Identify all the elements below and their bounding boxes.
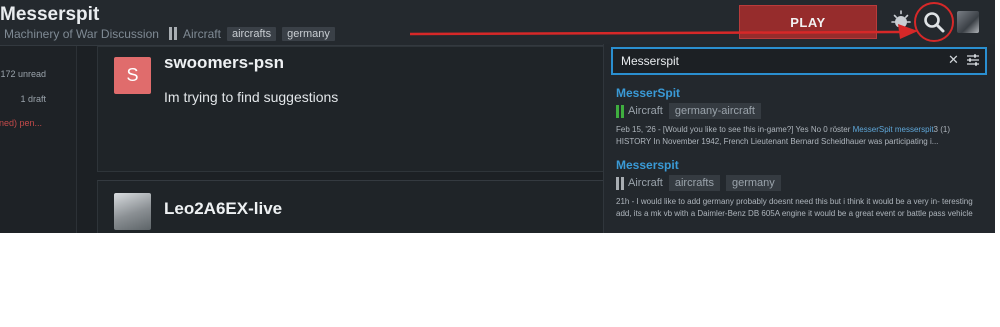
avatar[interactable] bbox=[114, 193, 151, 230]
category-color-icon bbox=[616, 176, 624, 190]
unread-count[interactable]: 172 unread bbox=[0, 69, 46, 79]
search-result[interactable]: MesserSpit Aircraft germany-aircraft Feb… bbox=[616, 86, 984, 148]
result-meta: Aircraft aircrafts germany bbox=[616, 174, 984, 192]
draft-count[interactable]: 1 draft bbox=[20, 94, 46, 104]
annotation-arrow bbox=[409, 24, 918, 39]
annotation-circle bbox=[914, 2, 954, 42]
category-color-icon bbox=[168, 27, 177, 40]
avatar[interactable] bbox=[957, 11, 979, 33]
tag-aircrafts[interactable]: aircrafts bbox=[226, 26, 277, 41]
post: Leo2A6EX-live bbox=[97, 180, 619, 233]
breadcrumb-subcategory[interactable]: Aircraft bbox=[183, 27, 221, 41]
search-menu: ✕ MesserSpit Aircraft bbox=[603, 44, 995, 233]
search-box: ✕ bbox=[611, 47, 987, 75]
result-tag[interactable]: germany bbox=[725, 175, 781, 191]
result-excerpt: 21h - I would like to add germany probab… bbox=[616, 197, 973, 218]
sliders-icon[interactable] bbox=[966, 53, 980, 67]
avatar[interactable]: S bbox=[114, 57, 151, 94]
page-title: Messerspit bbox=[0, 4, 100, 25]
breadcrumb: Machinery of War Discussion Aircraft air… bbox=[4, 26, 335, 41]
excerpt-highlight: MesserSpit messerspit bbox=[852, 125, 934, 134]
result-category[interactable]: Aircraft bbox=[628, 177, 663, 189]
close-icon[interactable]: ✕ bbox=[948, 52, 959, 68]
post-username[interactable]: swoomers-psn bbox=[164, 53, 284, 73]
search-result[interactable]: Messerspit Aircraft aircrafts germany 21… bbox=[616, 158, 984, 220]
result-meta: Aircraft germany-aircraft bbox=[616, 102, 984, 120]
tag-germany[interactable]: germany bbox=[282, 26, 335, 41]
post-username[interactable]: Leo2A6EX-live bbox=[164, 199, 282, 219]
post-body: Im trying to find suggestions bbox=[164, 89, 339, 105]
result-category[interactable]: Aircraft bbox=[628, 105, 663, 117]
pending-link[interactable]: ned) pen... bbox=[0, 118, 42, 128]
category-color-icon bbox=[616, 104, 624, 118]
post: S swoomers-psn Im trying to find suggest… bbox=[97, 46, 619, 172]
result-title[interactable]: MesserSpit bbox=[616, 86, 984, 100]
result-title[interactable]: Messerspit bbox=[616, 158, 984, 172]
result-tag[interactable]: germany-aircraft bbox=[668, 103, 761, 119]
breadcrumb-category[interactable]: Machinery of War Discussion bbox=[4, 27, 159, 41]
result-tag[interactable]: aircrafts bbox=[668, 175, 720, 191]
search-input[interactable] bbox=[619, 53, 943, 69]
topic-sidebar: 172 unread 1 draft ned) pen... bbox=[0, 46, 77, 233]
result-excerpt: Feb 15, '26 - [Would you like to see thi… bbox=[616, 125, 950, 146]
